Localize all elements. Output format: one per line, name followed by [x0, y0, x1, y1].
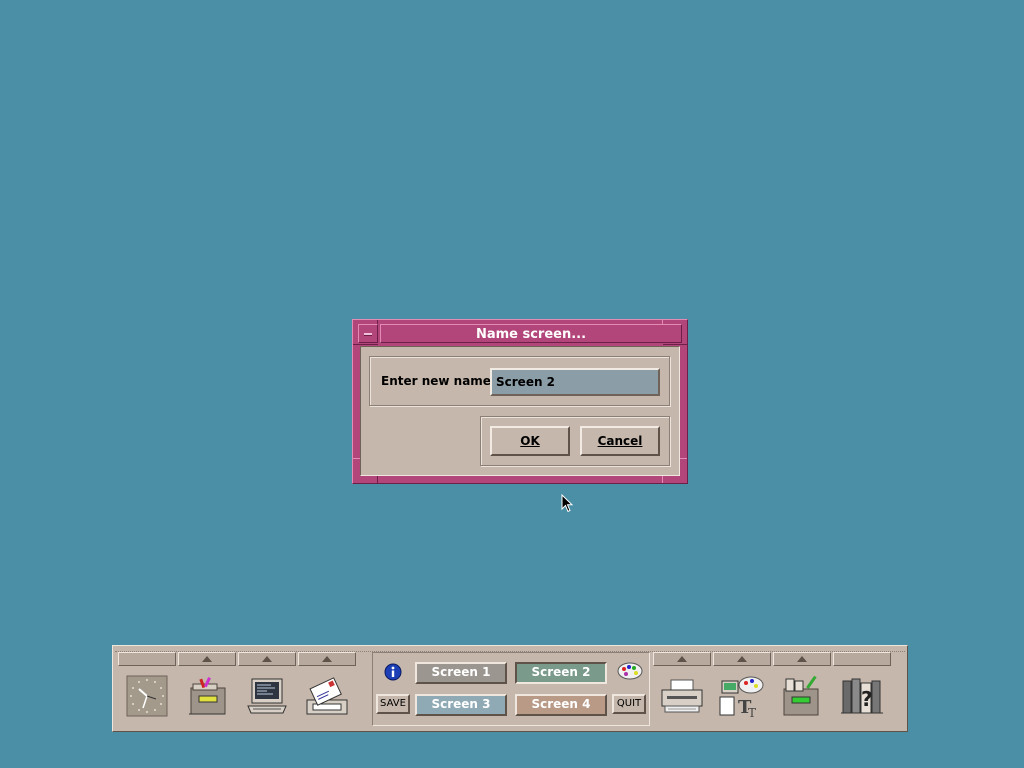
subpanel-arrow-mail[interactable]	[298, 652, 356, 666]
dialog-titlebar[interactable]: Name screen...	[358, 324, 682, 344]
printer-control[interactable]	[653, 668, 711, 724]
front-panel: Screen 1 Screen 2 SAVE Screen 3 Screen 4…	[112, 645, 908, 732]
info-icon[interactable]	[384, 663, 402, 681]
file-manager-icon	[189, 677, 226, 715]
ok-button[interactable]: OK	[490, 426, 570, 456]
subpanel-arrow-files[interactable]	[178, 652, 236, 666]
dialog-body: Enter new name : OK Cancel	[360, 346, 680, 476]
help-manager-control[interactable]: ?	[833, 668, 891, 724]
subpanel-arrow-editor[interactable]	[773, 652, 831, 666]
dialog-title: Name screen...	[380, 324, 682, 343]
text-editor-control[interactable]	[773, 668, 831, 724]
save-button[interactable]: SAVE	[376, 694, 410, 714]
style-manager-icon[interactable]	[617, 662, 643, 680]
terminal-icon	[247, 678, 287, 714]
mail-icon	[306, 677, 348, 715]
clock-icon	[126, 675, 168, 717]
panel-tab-clock	[118, 652, 176, 666]
file-manager-control[interactable]	[178, 668, 236, 724]
help-manager-icon: ?	[841, 678, 883, 714]
mail-control[interactable]	[298, 668, 356, 724]
application-manager-icon: T T	[719, 676, 764, 719]
quit-button[interactable]: QUIT	[612, 694, 646, 714]
new-name-input[interactable]	[490, 368, 660, 396]
panel-tab-help	[833, 652, 891, 666]
workspace-screen-1[interactable]: Screen 1	[415, 662, 507, 684]
subpanel-arrow-printer[interactable]	[653, 652, 711, 666]
cancel-button[interactable]: Cancel	[580, 426, 660, 456]
subpanel-arrow-terminal[interactable]	[238, 652, 296, 666]
svg-text:?: ?	[861, 687, 873, 711]
workspace-screen-3[interactable]: Screen 3	[415, 694, 507, 716]
name-field-group: Enter new name :	[369, 356, 670, 406]
clock-control[interactable]	[118, 668, 176, 724]
application-manager-control[interactable]: T T	[713, 668, 771, 724]
subpanel-arrow-applications[interactable]	[713, 652, 771, 666]
workspace-switch: Screen 1 Screen 2 SAVE Screen 3 Screen 4…	[372, 652, 650, 726]
window-menu-button[interactable]	[358, 324, 378, 343]
workspace-screen-4[interactable]: Screen 4	[515, 694, 607, 716]
svg-text:T: T	[748, 706, 756, 719]
printer-icon	[661, 679, 703, 713]
terminal-control[interactable]	[238, 668, 296, 724]
text-editor-icon	[783, 675, 819, 716]
workspace-screen-2[interactable]: Screen 2	[515, 662, 607, 684]
new-name-label: Enter new name :	[381, 374, 500, 388]
mouse-pointer-icon	[561, 494, 574, 513]
name-screen-dialog: Name screen... Enter new name : OK Cance…	[352, 319, 688, 484]
dialog-button-group: OK Cancel	[480, 416, 670, 466]
